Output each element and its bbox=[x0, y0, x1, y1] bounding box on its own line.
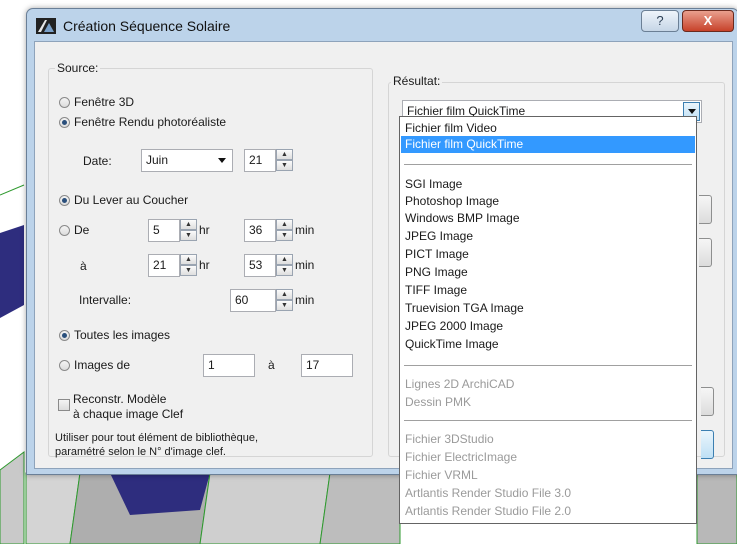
images-from-field[interactable]: 1 bbox=[203, 354, 255, 377]
radio-fenetre-rendu[interactable] bbox=[59, 117, 70, 128]
option-fichier-electricimage: Fichier ElectricImage bbox=[405, 450, 518, 464]
option-png-image[interactable]: PNG Image bbox=[405, 265, 468, 279]
radio-toutes-images[interactable] bbox=[59, 330, 70, 341]
day-stepper[interactable]: ▲ ▼ bbox=[276, 149, 293, 172]
option-jpeg-2000-image[interactable]: JPEG 2000 Image bbox=[405, 319, 503, 333]
label-fenetre-3d: Fenêtre 3D bbox=[74, 95, 135, 109]
intervalle-field[interactable]: 60 bbox=[230, 289, 276, 312]
title-bar: Création Séquence Solaire ? X bbox=[27, 9, 737, 41]
to-minute-stepper[interactable]: ▲ ▼ bbox=[276, 254, 293, 277]
resultat-group-label: Résultat: bbox=[391, 74, 443, 88]
from-minute-stepper[interactable]: ▲ ▼ bbox=[276, 219, 293, 242]
note-line2: paramétré selon le N° d'image clef. bbox=[55, 446, 226, 458]
option-fichier-film-quicktime[interactable]: Fichier film QuickTime bbox=[405, 137, 523, 151]
from-hour-stepper[interactable]: ▲ ▼ bbox=[180, 219, 197, 242]
source-group-label: Source: bbox=[55, 61, 101, 75]
separator bbox=[404, 365, 692, 366]
date-label: Date: bbox=[83, 154, 112, 168]
reconstr-checkbox[interactable] bbox=[58, 399, 70, 411]
option-quicktime-image[interactable]: QuickTime Image bbox=[405, 337, 499, 351]
to-minute-field[interactable]: 53 bbox=[244, 254, 276, 277]
intervalle-label: Intervalle: bbox=[79, 293, 132, 307]
reconstr-label-line2: à chaque image Clef bbox=[73, 407, 184, 421]
to-hour-field[interactable]: 21 bbox=[148, 254, 180, 277]
archicad-app-icon bbox=[36, 18, 56, 34]
from-minute-field[interactable]: 36 bbox=[244, 219, 276, 242]
output-option-button-4[interactable] bbox=[701, 430, 714, 459]
label-lever-coucher: Du Lever au Coucher bbox=[74, 193, 189, 207]
option-windows-bmp-image[interactable]: Windows BMP Image bbox=[405, 211, 520, 225]
option-artlantis-2: Artlantis Render Studio File 2.0 bbox=[405, 504, 572, 518]
option-photoshop-image[interactable]: Photoshop Image bbox=[405, 194, 499, 208]
radio-de[interactable] bbox=[59, 225, 70, 236]
option-truevision-tga-image[interactable]: Truevision TGA Image bbox=[405, 301, 524, 315]
option-tiff-image[interactable]: TIFF Image bbox=[405, 283, 467, 297]
radio-fenetre-3d[interactable] bbox=[59, 97, 70, 108]
radio-lever-coucher[interactable] bbox=[59, 195, 70, 206]
reconstr-label-line1: Reconstr. Modèle bbox=[73, 392, 167, 406]
from-hour-unit: hr bbox=[199, 223, 210, 237]
option-fichier-vrml: Fichier VRML bbox=[405, 468, 478, 482]
to-minute-unit: min bbox=[295, 258, 315, 272]
chevron-down-icon bbox=[218, 158, 226, 163]
label-images-de: Images de bbox=[74, 358, 131, 372]
option-pict-image[interactable]: PICT Image bbox=[405, 247, 469, 261]
label-fenetre-rendu: Fenêtre Rendu photoréaliste bbox=[74, 115, 227, 129]
from-minute-unit: min bbox=[295, 223, 315, 237]
separator bbox=[404, 420, 692, 421]
month-value: Juin bbox=[146, 153, 169, 167]
from-hour-field[interactable]: 5 bbox=[148, 219, 180, 242]
intervalle-stepper[interactable]: ▲ ▼ bbox=[276, 289, 293, 312]
option-jpeg-image[interactable]: JPEG Image bbox=[405, 229, 473, 243]
label-toutes-images: Toutes les images bbox=[74, 328, 171, 342]
label-de: De bbox=[74, 223, 90, 237]
option-dessin-pmk: Dessin PMK bbox=[405, 395, 472, 409]
output-option-button-1[interactable] bbox=[699, 195, 712, 224]
option-artlantis-3: Artlantis Render Studio File 3.0 bbox=[405, 486, 572, 500]
output-option-button-3[interactable] bbox=[701, 387, 714, 416]
to-hour-stepper[interactable]: ▲ ▼ bbox=[180, 254, 197, 277]
help-button[interactable]: ? bbox=[641, 10, 679, 32]
close-button[interactable]: X bbox=[682, 10, 734, 32]
separator bbox=[404, 164, 692, 165]
label-a: à bbox=[80, 259, 87, 273]
images-to-field[interactable]: 17 bbox=[301, 354, 353, 377]
to-hour-unit: hr bbox=[199, 258, 210, 272]
images-a-label: à bbox=[268, 358, 275, 372]
intervalle-unit: min bbox=[295, 293, 315, 307]
option-lignes-2d-archicad: Lignes 2D ArchiCAD bbox=[405, 377, 515, 391]
option-fichier-film-video[interactable]: Fichier film Video bbox=[405, 121, 497, 135]
option-sgi-image[interactable]: SGI Image bbox=[405, 177, 462, 191]
option-fichier-3dstudio: Fichier 3DStudio bbox=[405, 432, 494, 446]
window-title: Création Séquence Solaire bbox=[63, 18, 231, 34]
note-line1: Utiliser pour tout élément de bibliothèq… bbox=[55, 432, 259, 444]
resultat-dropdown-list: Fichier film Video Fichier film QuickTim… bbox=[399, 116, 697, 524]
month-select[interactable]: Juin bbox=[141, 149, 233, 172]
day-field[interactable]: 21 bbox=[244, 149, 276, 172]
output-option-button-2[interactable] bbox=[699, 238, 712, 267]
radio-images-de[interactable] bbox=[59, 360, 70, 371]
